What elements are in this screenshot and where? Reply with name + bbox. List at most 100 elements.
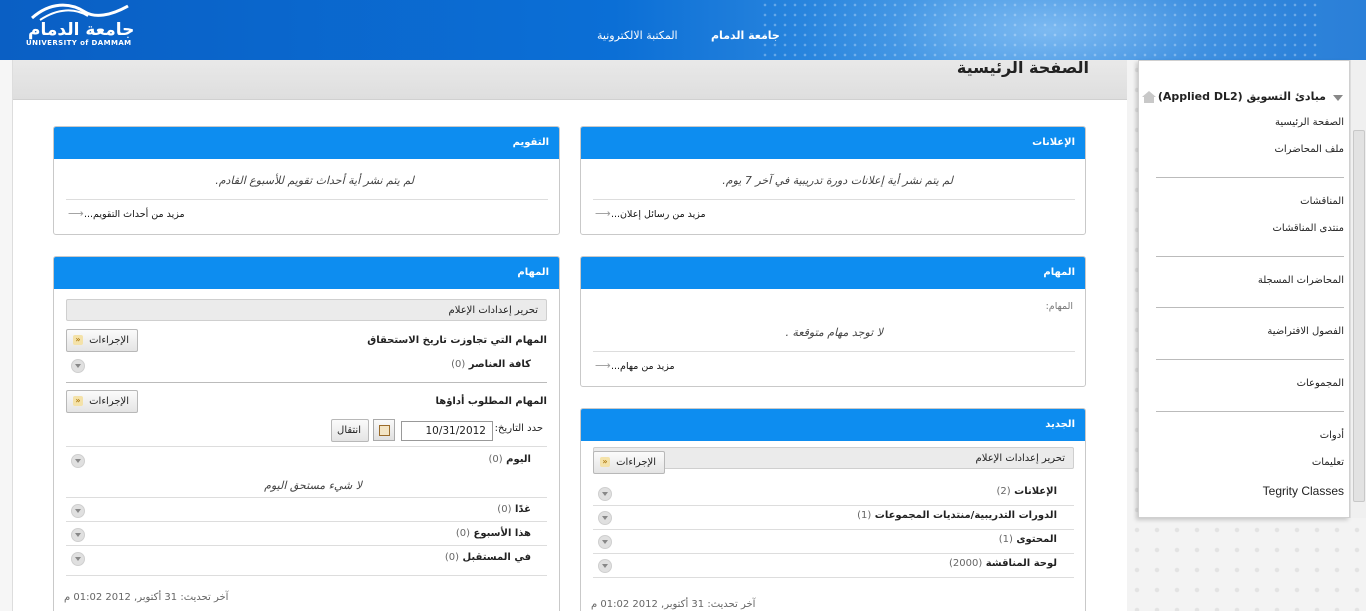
tasks-empty-message: لا توجد مهام متوقعة . — [785, 326, 883, 339]
new-discussion-row[interactable]: لوحة المناقشة (2000) — [949, 558, 1057, 569]
page-title: الصفحة الرئيسية — [956, 58, 1089, 77]
menu-divider — [1156, 411, 1344, 412]
row-count: (0) — [451, 359, 466, 370]
more-tasks-link[interactable]: مزيد من مهام... — [611, 361, 675, 372]
arrow-right-icon: ⟶ — [68, 207, 84, 220]
sidebar-item-tegrity[interactable]: Tegrity Classes — [1263, 484, 1344, 498]
actions-button[interactable]: الإجراءات » — [66, 390, 138, 413]
tasks-panel-summary: المهام المهام: لا توجد مهام متوقعة . مزي… — [580, 256, 1086, 387]
divider — [593, 351, 1075, 352]
go-button[interactable]: انتقال — [331, 419, 369, 442]
row-label: غدًا — [514, 504, 531, 515]
divider — [66, 497, 547, 498]
last-updated: آخر تحديث: 31 أكتوبر, 2012 01:02 م — [591, 599, 756, 610]
announcements-panel: الإعلانات لم يتم نشر أية إعلانات دورة تد… — [580, 126, 1086, 235]
expand-icon[interactable] — [598, 559, 612, 573]
sidebar-scrollbar[interactable] — [1350, 60, 1366, 518]
sidebar-item-recorded-lectures[interactable]: المحاضرات المسجلة — [1258, 275, 1344, 286]
sidebar-item-discussions[interactable]: المناقشات — [1300, 196, 1344, 207]
divider — [593, 529, 1074, 530]
divider — [593, 505, 1074, 506]
logo-wave-icon — [31, 3, 129, 21]
divider — [66, 199, 548, 200]
expand-icon[interactable] — [71, 552, 85, 566]
divider — [593, 553, 1074, 554]
announcements-message: لم يتم نشر أية إعلانات دورة تدريبية في آ… — [722, 174, 953, 187]
row-label: اليوم — [506, 454, 531, 465]
sidebar-item-help[interactable]: تعليمات — [1312, 457, 1344, 468]
expand-icon[interactable] — [71, 359, 85, 373]
tomorrow-row[interactable]: غدًا (0) — [497, 504, 531, 515]
actions-button[interactable]: الإجراءات » — [593, 451, 665, 474]
date-input[interactable]: 10/31/2012 — [401, 421, 493, 441]
more-announcements-link[interactable]: مزيد من رسائل إعلان... — [611, 209, 706, 220]
university-logo[interactable]: جامعة الدمام UNIVERSITY of DAMMAM — [24, 0, 139, 50]
new-content-row[interactable]: المحتوى (1) — [999, 534, 1057, 545]
sidebar-item-lectures-file[interactable]: ملف المحاضرات — [1274, 144, 1344, 155]
scrollbar-thumb[interactable] — [1353, 130, 1365, 502]
nothing-due-message: لا شيء مستحق اليوم — [264, 479, 362, 492]
row-count: (0) — [455, 528, 470, 539]
sidebar-item-tools[interactable]: أدوات — [1320, 430, 1344, 441]
expand-icon[interactable] — [71, 504, 85, 518]
future-row[interactable]: في المستقبل (0) — [445, 552, 531, 563]
edit-notification-settings[interactable]: تحرير إعدادات الإعلام — [66, 299, 547, 321]
nav-link-library[interactable]: المكتبة الالكترونية — [597, 29, 678, 42]
expand-icon[interactable] — [598, 535, 612, 549]
row-count: (1) — [998, 534, 1013, 545]
expand-icon[interactable] — [71, 528, 85, 542]
row-label: الإعلانات — [1014, 486, 1057, 497]
course-menu — [1138, 60, 1350, 518]
chevron-down-icon: » — [600, 457, 610, 467]
all-items-row[interactable]: كافة العناصر (0) — [451, 359, 531, 370]
divider — [66, 382, 547, 383]
row-count: (1) — [857, 510, 872, 521]
banner-pattern — [760, 0, 1320, 60]
panel-title: المهام — [54, 257, 559, 289]
nav-link-university[interactable]: جامعة الدمام — [711, 29, 780, 42]
logo-english-text: UNIVERSITY of DAMMAM — [26, 39, 132, 47]
divider — [66, 575, 547, 576]
edit-notification-label: تحرير إعدادات الإعلام — [975, 453, 1065, 464]
new-announcements-row[interactable]: الإعلانات (2) — [996, 486, 1057, 497]
row-label: هذا الأسبوع — [473, 528, 531, 539]
menu-divider — [1156, 177, 1344, 178]
menu-divider — [1156, 307, 1344, 308]
row-label: كافة العناصر — [468, 359, 531, 370]
arrow-right-icon: ⟶ — [595, 207, 611, 220]
actions-button[interactable]: الإجراءات » — [66, 329, 138, 352]
sidebar-item-groups[interactable]: المجموعات — [1297, 378, 1344, 389]
tasks-label: المهام: — [1045, 301, 1073, 312]
sidebar-item-home[interactable]: الصفحة الرئيسية — [1275, 117, 1344, 128]
edit-notification-settings[interactable]: تحرير إعدادات الإعلام — [593, 447, 1074, 469]
actions-label: الإجراءات — [89, 396, 129, 407]
calendar-icon[interactable] — [373, 419, 395, 441]
row-count: (0) — [488, 454, 503, 465]
expand-icon[interactable] — [598, 487, 612, 501]
top-banner: جامعة الدمام UNIVERSITY of DAMMAM جامعة … — [0, 0, 1366, 60]
divider — [593, 577, 1074, 578]
course-title[interactable]: مبادئ التسويق (Applied DL2) — [1158, 90, 1326, 103]
chevron-down-icon: » — [73, 335, 83, 345]
chevron-down-icon: » — [73, 396, 83, 406]
sidebar-item-virtual-classes[interactable]: الفصول الافتراضية — [1267, 326, 1344, 337]
expand-icon[interactable] — [71, 454, 85, 468]
row-label: المحتوى — [1016, 534, 1057, 545]
more-calendar-link[interactable]: مزيد من أحداث التقويم... — [84, 209, 185, 220]
home-icon[interactable] — [1141, 90, 1157, 104]
panel-title: الجديد — [581, 409, 1085, 441]
divider — [593, 199, 1075, 200]
today-row[interactable]: اليوم (0) — [488, 454, 531, 465]
menu-divider — [1156, 359, 1344, 360]
sidebar-item-discussion-forum[interactable]: منتدى المناقشات — [1273, 223, 1344, 234]
row-count: (2000) — [948, 558, 983, 569]
actions-label: الإجراءات — [89, 335, 129, 346]
left-rail — [0, 60, 13, 611]
required-heading: المهام المطلوب أداؤها — [435, 396, 547, 407]
new-forums-row[interactable]: الدورات التدريبية/منتديات المجموعات (1) — [857, 510, 1057, 521]
logo-arabic-text: جامعة الدمام — [28, 20, 135, 40]
this-week-row[interactable]: هذا الأسبوع (0) — [456, 528, 531, 539]
chevron-down-icon[interactable] — [1333, 95, 1343, 101]
expand-icon[interactable] — [598, 511, 612, 525]
row-count: (0) — [444, 552, 460, 563]
